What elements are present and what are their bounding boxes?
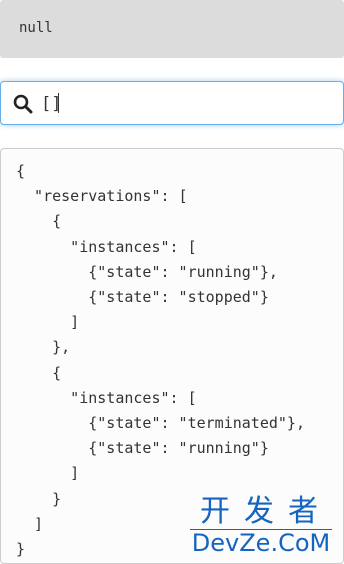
query-input[interactable] — [41, 92, 331, 116]
watermark-english: DevZe.CoM — [191, 529, 331, 557]
query-input-box[interactable] — [0, 81, 344, 125]
result-output-text: null — [19, 20, 53, 36]
text-caret — [58, 93, 59, 113]
watermark-logo: 开发者 DevZe.CoM — [186, 496, 336, 558]
search-icon — [13, 94, 33, 114]
watermark-chinese: 开发者 — [200, 494, 332, 529]
result-output-panel: null — [0, 0, 344, 58]
